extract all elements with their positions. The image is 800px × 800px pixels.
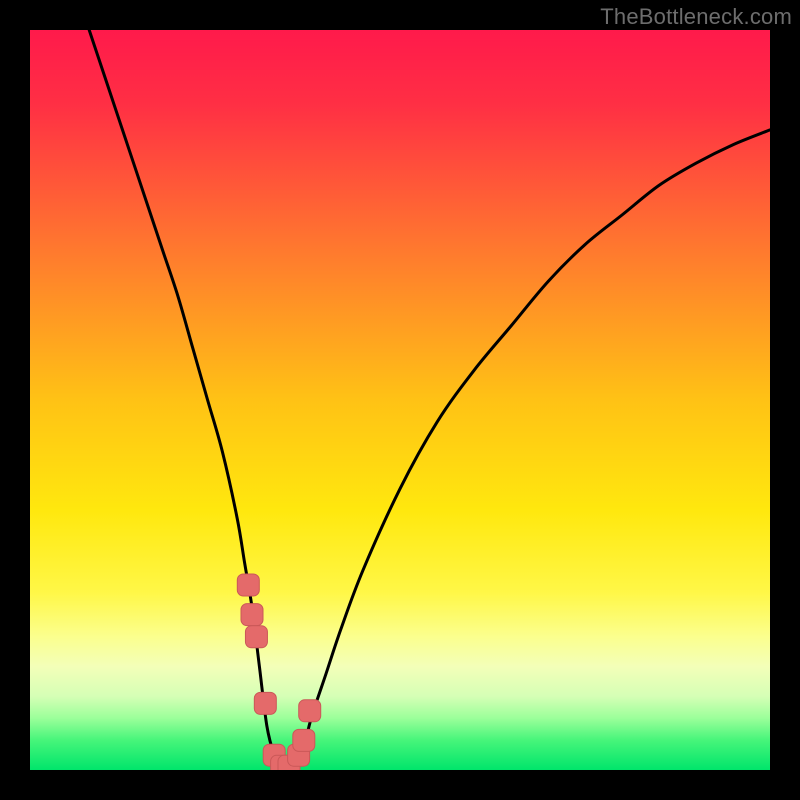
plot-area <box>30 30 770 770</box>
marker-point <box>237 574 259 596</box>
marker-point <box>293 729 315 751</box>
marker-point <box>254 692 276 714</box>
marker-point <box>245 626 267 648</box>
gradient-background <box>30 30 770 770</box>
chart-svg <box>30 30 770 770</box>
watermark-text: TheBottleneck.com <box>600 4 792 30</box>
marker-point <box>241 604 263 626</box>
outer-frame: TheBottleneck.com <box>0 0 800 800</box>
marker-point <box>299 700 321 722</box>
